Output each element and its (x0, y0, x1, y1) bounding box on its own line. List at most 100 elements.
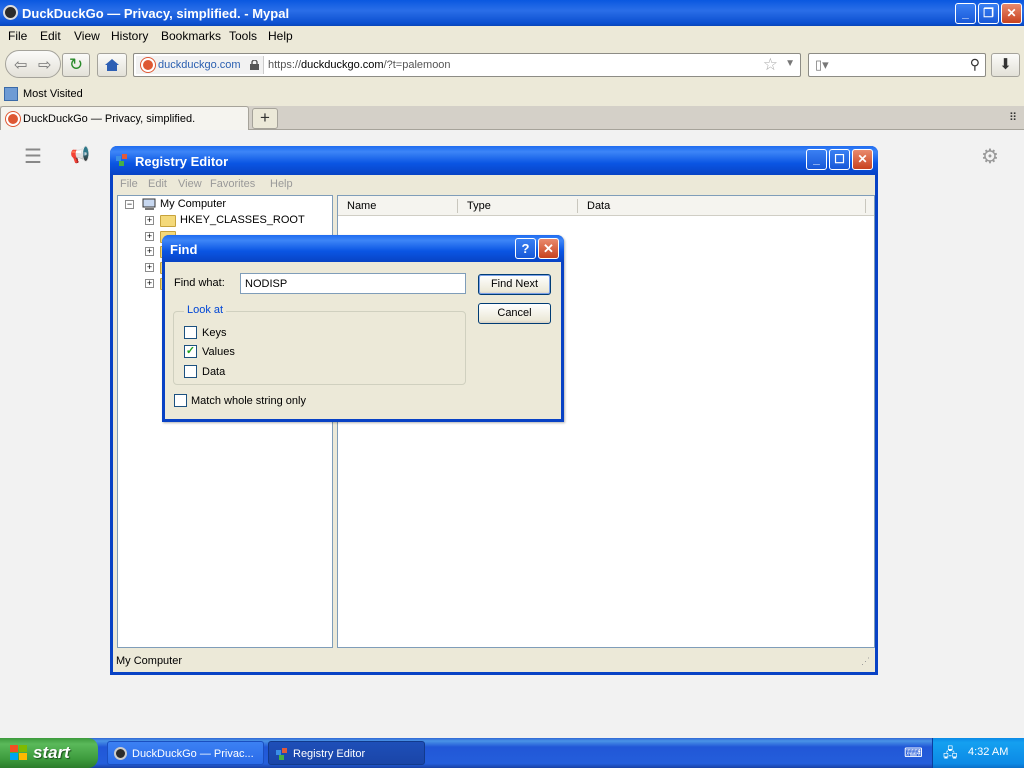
expand-icon[interactable]: + (145, 232, 154, 241)
tree-my-computer[interactable]: My Computer (160, 198, 226, 210)
expand-icon[interactable]: + (145, 279, 154, 288)
browser-menubar: File Edit View History Bookmarks Tools H… (0, 26, 1024, 46)
my-computer-icon (142, 198, 156, 210)
site-identity-button[interactable]: duckduckgo.com (136, 56, 264, 74)
menu-tools[interactable]: Tools (229, 29, 257, 43)
navigation-toolbar: ⇦ ⇨ ↻ duckduckgo.com https://duckduckgo.… (0, 46, 1024, 84)
find-dialog-title: Find (170, 242, 198, 257)
reload-icon[interactable]: ↻ (62, 53, 90, 77)
cancel-button[interactable]: Cancel (478, 303, 551, 324)
start-button[interactable]: start (0, 738, 98, 768)
reg-menu-favorites[interactable]: Favorites (210, 178, 255, 190)
data-checkbox[interactable] (184, 365, 197, 378)
match-whole-string-label[interactable]: Match whole string only (191, 395, 306, 407)
data-label[interactable]: Data (202, 366, 225, 378)
reg-menu-view[interactable]: View (178, 178, 202, 190)
column-separator[interactable] (457, 199, 458, 213)
megaphone-icon[interactable]: 📢 (70, 145, 90, 165)
taskbar-item-registry-label: Registry Editor (293, 748, 366, 760)
find-what-label: Find what: (174, 277, 225, 289)
tab-list-icon[interactable]: ⠿ (1009, 111, 1017, 124)
home-icon (105, 59, 119, 71)
resize-grip-icon[interactable]: ⋰ (861, 656, 870, 667)
reg-minimize-button[interactable]: _ (806, 149, 827, 170)
expand-icon[interactable]: + (145, 216, 154, 225)
clock[interactable]: 4:32 AM (968, 746, 1008, 758)
status-path: My Computer (116, 655, 183, 667)
tab-strip: DuckDuckGo — Privacy, simplified. + ⠿ (0, 106, 1024, 130)
forward-arrow-icon[interactable]: ⇨ (38, 55, 51, 75)
settings-gear-icon[interactable]: ⚙ (981, 144, 999, 169)
registry-statusbar: My Computer ⋰ (115, 652, 875, 671)
minimize-button[interactable]: _ (955, 3, 976, 24)
back-forward-button[interactable]: ⇦ ⇨ (5, 50, 61, 78)
most-visited-icon (4, 87, 18, 101)
bookmark-most-visited[interactable]: Most Visited (23, 88, 83, 100)
tab-title: DuckDuckGo — Privacy, simplified. (23, 113, 196, 125)
url-domain: duckduckgo.com (301, 59, 384, 71)
reg-menu-edit[interactable]: Edit (148, 178, 167, 190)
help-question-icon[interactable]: ? (515, 238, 536, 259)
registry-taskbar-icon (276, 748, 287, 760)
back-arrow-icon[interactable]: ⇦ (14, 55, 27, 75)
downloads-icon[interactable]: ⬇ (991, 53, 1020, 77)
values-checkbox[interactable]: ✓ (184, 345, 197, 358)
menu-view[interactable]: View (74, 29, 100, 43)
look-at-title: Look at (184, 304, 227, 316)
mypal-app-icon (3, 5, 18, 20)
taskbar-item-browser-label: DuckDuckGo — Privac... (132, 748, 254, 760)
collapse-icon[interactable]: − (125, 200, 134, 209)
column-name[interactable]: Name (347, 200, 376, 212)
url-dropdown-icon[interactable]: ▼ (785, 58, 795, 69)
find-what-label-text: Find what: (174, 277, 225, 289)
keys-label[interactable]: Keys (202, 327, 226, 339)
menu-history[interactable]: History (111, 29, 148, 43)
tab-duckduckgo[interactable]: DuckDuckGo — Privacy, simplified. (0, 106, 249, 130)
browser-title: DuckDuckGo — Privacy, simplified. - Mypa… (22, 6, 290, 21)
search-bar[interactable]: ▯▾ ⚲ (808, 53, 986, 77)
reg-menu-help[interactable]: Help (270, 178, 293, 190)
keys-checkbox[interactable] (184, 326, 197, 339)
find-close-button[interactable]: ✕ (538, 238, 559, 259)
menu-bookmarks[interactable]: Bookmarks (161, 29, 221, 43)
registry-editor-title: Registry Editor (135, 154, 229, 169)
search-engine-icon[interactable]: ▯▾ (815, 57, 829, 73)
network-icon[interactable]: 🖧 (943, 744, 958, 766)
taskbar: start DuckDuckGo — Privac... Registry Ed… (0, 738, 1024, 768)
hamburger-menu-icon[interactable]: ☰ (24, 144, 42, 169)
url-bar[interactable]: duckduckgo.com https://duckduckgo.com/?t… (133, 53, 801, 77)
find-dialog: Find ? ✕ Find what: NODISP Find Next Can… (162, 235, 564, 422)
home-button[interactable] (97, 53, 127, 77)
menu-edit[interactable]: Edit (40, 29, 61, 43)
column-separator[interactable] (865, 199, 866, 213)
column-separator[interactable] (577, 199, 578, 213)
windows-logo-icon (10, 745, 27, 760)
url-text[interactable]: https://duckduckgo.com/?t=palemoon (268, 59, 451, 71)
bookmark-star-icon[interactable]: ☆ (763, 55, 778, 75)
column-type[interactable]: Type (467, 200, 491, 212)
match-whole-string-checkbox[interactable] (174, 394, 187, 407)
close-button[interactable]: ✕ (1001, 3, 1022, 24)
keyboard-layout-icon[interactable]: ⌨ (904, 745, 923, 761)
reg-maximize-button[interactable]: ☐ (829, 149, 850, 170)
reg-menu-file[interactable]: File (120, 178, 138, 190)
browser-titlebar: DuckDuckGo — Privacy, simplified. - Mypa… (0, 0, 1024, 26)
taskbar-item-browser[interactable]: DuckDuckGo — Privac... (107, 741, 264, 765)
menu-file[interactable]: File (8, 29, 27, 43)
taskbar-item-registry[interactable]: Registry Editor (268, 741, 425, 765)
column-data[interactable]: Data (587, 200, 610, 212)
search-icon[interactable]: ⚲ (970, 56, 980, 73)
find-what-input[interactable]: NODISP (240, 273, 466, 294)
find-next-button[interactable]: Find Next (478, 274, 551, 295)
expand-icon[interactable]: + (145, 247, 154, 256)
menu-help[interactable]: Help (268, 29, 293, 43)
duckduckgo-favicon-icon (141, 58, 155, 72)
reg-close-button[interactable]: ✕ (852, 149, 873, 170)
tree-hkey-classes-root[interactable]: HKEY_CLASSES_ROOT (180, 214, 305, 226)
expand-icon[interactable]: + (145, 263, 154, 272)
url-path: /?t=palemoon (383, 59, 451, 71)
restore-button[interactable]: ❐ (978, 3, 999, 24)
values-label[interactable]: Values (202, 346, 235, 358)
values-column-header: Name Type Data (338, 196, 874, 216)
new-tab-button[interactable]: + (252, 108, 278, 129)
